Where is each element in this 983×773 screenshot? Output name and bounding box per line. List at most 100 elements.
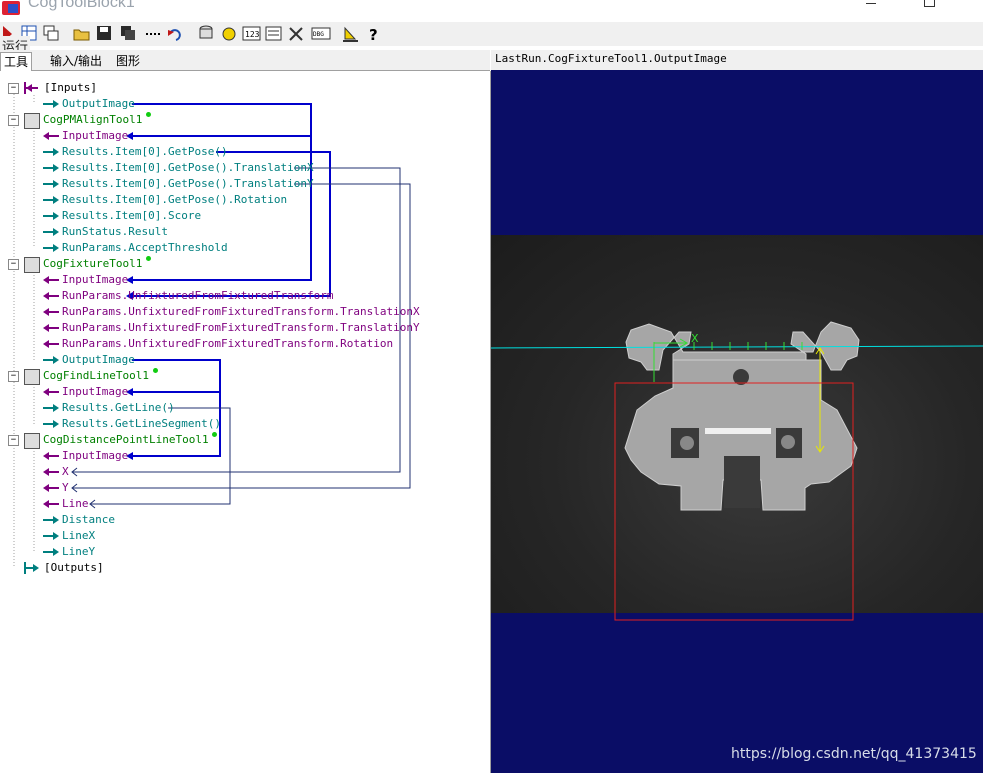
window-title: CogToolBlock1 [28, 0, 135, 11]
tree-tool-node[interactable]: − CogDistancePointLineTool1 [0, 432, 480, 449]
collapse-toggle-icon[interactable]: − [8, 259, 19, 270]
tree-tool-node[interactable]: − CogFindLineTool1 [0, 368, 480, 385]
reset-icon[interactable] [168, 29, 181, 41]
tree-terminal-node[interactable]: Results.GetLine() [0, 401, 480, 415]
tree-node-label: OutputImage [62, 353, 135, 366]
collapse-toggle-icon[interactable]: − [8, 371, 19, 382]
x-axis-marker: X [691, 332, 699, 345]
tree-node-label: RunParams.AcceptThreshold [62, 241, 228, 254]
tree-terminal-node[interactable]: Results.Item[0].GetPose().TranslationY [0, 177, 480, 191]
tree-terminal-node[interactable]: LineY [0, 545, 480, 559]
tree-terminal-node[interactable]: LineX [0, 529, 480, 543]
status-dot-icon [146, 112, 151, 117]
input-arrow-icon [43, 308, 59, 316]
output-arrow-icon [43, 212, 59, 220]
collapse-toggle-icon[interactable]: − [8, 115, 19, 126]
output-arrow-icon [43, 196, 59, 204]
input-arrow-icon [43, 484, 59, 492]
output-arrow-icon [43, 420, 59, 428]
tool-icon [24, 113, 40, 129]
dbg-icon[interactable]: DBG [311, 27, 331, 40]
tree-node-label: LineX [62, 529, 96, 542]
tree-terminal-node[interactable]: Line [0, 497, 480, 511]
tree-terminal-node[interactable]: RunParams.UnfixturedFromFixturedTransfor… [0, 337, 480, 351]
tree-terminal-node[interactable]: Y [0, 481, 480, 495]
tree-node-label: RunParams.UnfixturedFromFixturedTransfor… [62, 337, 394, 350]
svg-text:DBG: DBG [313, 31, 324, 38]
status-dot-icon [152, 368, 158, 373]
tree-terminal-node[interactable]: OutputImage [0, 353, 480, 367]
refresh-icon[interactable] [222, 27, 236, 41]
tree-terminal-node[interactable]: InputImage [0, 273, 480, 287]
tree-terminal-node[interactable]: Results.Item[0].GetPose().TranslationX [0, 161, 480, 175]
output-arrow-icon [43, 548, 59, 556]
numeric-123-icon[interactable]: 123 [242, 26, 261, 41]
tree-terminal-node[interactable]: RunParams.UnfixturedFromFixturedTransfor… [0, 321, 480, 335]
svg-text:?: ? [369, 26, 378, 44]
ruler-icon[interactable] [343, 26, 358, 42]
tree-terminal-node[interactable]: Results.Item[0].GetPose().Rotation [0, 193, 480, 207]
tree-node-label: CogPMAlignTool1 [43, 113, 143, 126]
status-dot-icon [212, 432, 217, 437]
output-arrow-icon [43, 516, 59, 524]
output-arrow-icon [43, 164, 59, 172]
output-arrow-icon [43, 148, 59, 156]
image-display[interactable]: X https://blog.csdn.net/qq_41373415 [491, 70, 983, 773]
tree-terminal-node[interactable]: RunParams.UnfixturedFromFixturedTransfor… [0, 289, 480, 303]
database-icon[interactable] [199, 25, 213, 39]
tree-terminal-node[interactable]: RunStatus.Result [0, 225, 480, 239]
tree-terminal-node[interactable]: OutputImage [0, 97, 480, 111]
copy-window-icon[interactable] [43, 25, 59, 41]
watermark: https://blog.csdn.net/qq_41373415 [731, 746, 977, 762]
tree-tool-node[interactable]: − CogPMAlignTool1 [0, 112, 480, 129]
tree-node-label: Results.GetLineSegment() [62, 417, 221, 430]
tree-node-label: OutputImage [62, 97, 135, 110]
tree-node-label: [Inputs] [44, 81, 97, 94]
tree-node-label: RunStatus.Result [62, 225, 168, 238]
save-icon[interactable] [97, 26, 111, 40]
tree-terminal-node[interactable]: Results.Item[0].Score [0, 209, 480, 223]
collapse-toggle-icon[interactable]: − [8, 435, 19, 446]
tab-inputs-outputs[interactable]: 输入/输出 [47, 52, 105, 70]
tool-icon [24, 369, 40, 385]
output-arrow-icon [43, 356, 59, 364]
help-icon[interactable]: ? [369, 26, 378, 44]
tool-icon [24, 257, 40, 273]
tree-tool-node[interactable]: − CogFixtureTool1 [0, 256, 480, 273]
tab-tools[interactable]: 工具 [0, 52, 33, 71]
tree-terminal-node[interactable]: X [0, 465, 480, 479]
tree-terminal-node[interactable]: Distance [0, 513, 480, 527]
input-arrow-icon [43, 132, 59, 140]
tree-section-node[interactable]: [Outputs] [0, 561, 480, 575]
tree-node-label: InputImage [62, 385, 129, 398]
tree-terminal-node[interactable]: InputImage [0, 385, 480, 399]
output-arrow-icon [43, 244, 59, 252]
input-arrow-icon [43, 468, 59, 476]
output-arrow-icon [43, 404, 59, 412]
tree-node-label: Y [62, 481, 69, 494]
tree-terminal-node[interactable]: InputImage [0, 129, 480, 143]
tab-graphics[interactable]: 图形 [113, 52, 143, 70]
tree-node-label: Results.Item[0].Score [62, 209, 202, 222]
tree-terminal-node[interactable]: Results.Item[0].GetPose() [0, 145, 480, 159]
input-arrow-icon [43, 452, 59, 460]
minimize-icon[interactable] [866, 3, 876, 4]
input-arrow-icon [43, 388, 59, 396]
tree-node-label: Results.GetLine() [62, 401, 175, 414]
tools-icon[interactable] [289, 27, 303, 41]
save-all-icon[interactable] [121, 26, 135, 40]
open-folder-icon[interactable] [73, 29, 90, 41]
list-icon[interactable] [265, 26, 282, 41]
tree-node-label: InputImage [62, 449, 129, 462]
maximize-icon[interactable] [924, 0, 935, 7]
tree-terminal-node[interactable]: InputImage [0, 449, 480, 463]
toolbar: 123 DBG ? 运行 [0, 22, 983, 55]
part-highlight [705, 428, 771, 434]
output-arrow-icon [43, 228, 59, 236]
tree-terminal-node[interactable]: RunParams.AcceptThreshold [0, 241, 480, 255]
tree-terminal-node[interactable]: Results.GetLineSegment() [0, 417, 480, 431]
tree-terminal-node[interactable]: RunParams.UnfixturedFromFixturedTransfor… [0, 305, 480, 319]
tree-section-node[interactable]: − [Inputs] [0, 81, 480, 95]
tree-node-label: InputImage [62, 129, 129, 142]
collapse-toggle-icon[interactable]: − [8, 83, 19, 94]
